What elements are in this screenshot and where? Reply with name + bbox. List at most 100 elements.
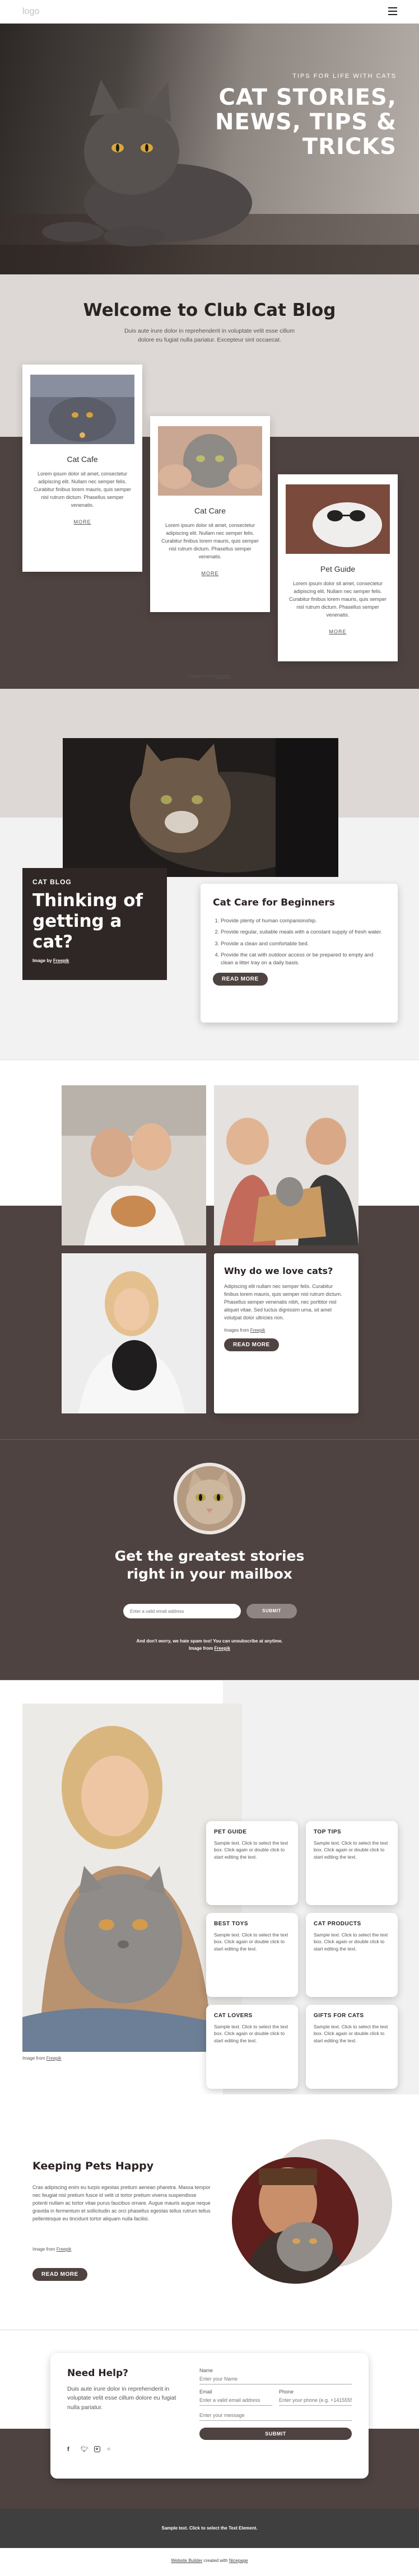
contact-submit-button[interactable]: SUBMIT xyxy=(199,2428,352,2440)
happy-text: Cras adipiscing enim eu turpis egestas p… xyxy=(32,2185,211,2222)
categories-credit: Image from Freepik xyxy=(22,2056,62,2061)
name-label: Name xyxy=(199,2368,213,2373)
card-title: Why do we love cats? xyxy=(224,1266,333,1276)
welcome-credit: Images from Freepik xyxy=(189,674,230,679)
category-card-cat-products[interactable]: CAT PRODUCTS Sample text. Click to selec… xyxy=(306,1913,398,1997)
happy-credit: Image from Freepik xyxy=(32,2247,72,2252)
footer-text: Sample text. Click to select the Text El… xyxy=(161,2526,258,2531)
couple-cat-image xyxy=(62,1085,206,1245)
more-link[interactable]: MORE xyxy=(202,571,219,576)
contact-text: Duis aute irure dolor in reprehenderit i… xyxy=(67,2386,176,2411)
thinking-title: Thinking of getting a cat? xyxy=(32,890,143,952)
cat-cafe-image xyxy=(30,375,134,444)
footer: Sample text. Click to select the Text El… xyxy=(0,2509,419,2548)
card-title: GIFTS FOR CATS xyxy=(314,2013,364,2019)
freepik-link[interactable]: Freepik xyxy=(46,2056,62,2061)
newsletter-email-input[interactable] xyxy=(123,1604,241,1618)
freepik-link[interactable]: Freepik xyxy=(215,674,230,679)
card-title: CAT PRODUCTS xyxy=(314,1921,361,1927)
newsletter-submit-button[interactable]: SUBMIT xyxy=(246,1604,297,1618)
nicepage-link[interactable]: Nicepage xyxy=(229,2558,248,2563)
logo[interactable]: logo xyxy=(22,7,39,17)
card-text: Sample text. Click to select the text bo… xyxy=(314,2024,388,2043)
read-more-button[interactable]: READ MORE xyxy=(213,973,268,986)
feature-card-cat-care: Cat Care Lorem ipsum dolor sit amet, con… xyxy=(150,416,270,612)
care-list: Provide plenty of human companionship. P… xyxy=(213,917,385,967)
family-box-cat-image xyxy=(214,1085,359,1245)
twitter-icon[interactable]: 🐦︎ xyxy=(81,2446,89,2453)
category-card-top-tips[interactable]: TOP TIPS Sample text. Click to select th… xyxy=(306,1821,398,1905)
contact-form: Name Email Phone SUBMIT xyxy=(199,2368,352,2440)
feature-card-cat-cafe: Cat Cafe Lorem ipsum dolor sit amet, con… xyxy=(22,365,142,572)
contact-card: Need Help? Duis aute irure dolor in repr… xyxy=(50,2353,369,2479)
woman-black-cat-image xyxy=(62,1253,206,1413)
divider xyxy=(0,1439,419,1440)
hero-kicker: TIPS FOR LIFE WITH CATS xyxy=(292,73,397,80)
love-credit: Images from Freepik xyxy=(224,1327,266,1333)
builder-credit: Website Builder created with Nicepage xyxy=(0,2548,419,2576)
message-field[interactable] xyxy=(199,2410,352,2421)
category-card-cat-lovers[interactable]: CAT LOVERS Sample text. Click to select … xyxy=(206,2005,298,2089)
category-card-best-toys[interactable]: BEST TOYS Sample text. Click to select t… xyxy=(206,1913,298,1997)
category-card-pet-guide[interactable]: PET GUIDE Sample text. Click to select t… xyxy=(206,1821,298,1905)
feature-card-pet-guide: Pet Guide Lorem ipsum dolor sit amet, co… xyxy=(278,474,398,661)
read-more-button[interactable]: READ MORE xyxy=(224,1338,279,1351)
man-cat-portrait xyxy=(232,2157,359,2284)
newsletter-title: Get the greatest stories right in your m… xyxy=(114,1548,305,1582)
card-title: Pet Guide xyxy=(320,564,356,573)
why-love-cats-card: Why do we love cats? Adipiscing elit nul… xyxy=(214,1253,359,1413)
card-title: TOP TIPS xyxy=(314,1829,342,1835)
name-field[interactable] xyxy=(199,2374,352,2384)
contact-title: Need Help? xyxy=(67,2368,128,2379)
category-card-gifts-for-cats[interactable]: GIFTS FOR CATS Sample text. Click to sel… xyxy=(306,2005,398,2089)
happy-title: Keeping Pets Happy xyxy=(32,2160,154,2172)
cat-face-avatar xyxy=(174,1463,245,1534)
freepik-link[interactable]: Freepik xyxy=(214,1646,230,1651)
card-title: BEST TOYS xyxy=(214,1921,248,1927)
phone-field[interactable] xyxy=(279,2395,352,2406)
hero-title: CAT STORIES, NEWS, TIPS & TRICKS xyxy=(215,85,397,160)
hamburger-icon[interactable] xyxy=(388,7,397,15)
card-text: Sample text. Click to select the text bo… xyxy=(314,1840,388,1860)
freepik-link[interactable]: Freepik xyxy=(53,958,69,963)
list-item: Provide the cat with outdoor access or b… xyxy=(221,951,385,968)
card-title: CAT LOVERS xyxy=(214,2013,253,2019)
card-title: Cat Care for Beginners xyxy=(213,897,335,908)
card-text: Sample text. Click to select the text bo… xyxy=(214,2024,288,2043)
kitten-image xyxy=(63,738,338,877)
linkedin-icon[interactable]: ○ xyxy=(107,2446,114,2453)
card-title: PET GUIDE xyxy=(214,1829,247,1835)
card-text: Sample text. Click to select the text bo… xyxy=(314,1932,388,1952)
thinking-label-box: CAT BLOG Thinking of getting a cat? Imag… xyxy=(22,868,167,980)
social-icons: f 🐦︎ ○ xyxy=(67,2446,114,2453)
card-text: Lorem ipsum dolor sit amet, consectetur … xyxy=(288,581,387,618)
card-title: Cat Care xyxy=(194,506,226,515)
card-text: Lorem ipsum dolor sit amet, consectetur … xyxy=(161,522,259,559)
divider xyxy=(0,1680,419,1681)
freepik-link[interactable]: Freepik xyxy=(57,2247,72,2252)
cat-care-image xyxy=(158,426,262,496)
card-title: Cat Cafe xyxy=(67,455,98,464)
email-field[interactable] xyxy=(199,2395,272,2406)
newsletter-form: SUBMIT xyxy=(123,1604,297,1620)
freepik-link[interactable]: Freepik xyxy=(250,1328,266,1333)
list-item: Provide a clean and comfortable bed. xyxy=(221,940,385,948)
welcome-title: Welcome to Club Cat Blog xyxy=(83,300,336,320)
pet-guide-image xyxy=(286,484,390,554)
read-more-button[interactable]: READ MORE xyxy=(32,2268,87,2281)
phone-label: Phone xyxy=(279,2389,294,2395)
thinking-kicker: CAT BLOG xyxy=(32,878,72,886)
website-builder-link[interactable]: Website Builder xyxy=(171,2558,202,2563)
list-item: Provide regular, suitable meals with a c… xyxy=(221,928,385,936)
more-link[interactable]: MORE xyxy=(329,629,347,634)
welcome-text: Duis aute irure dolor in reprehenderit i… xyxy=(124,328,295,344)
more-link[interactable]: MORE xyxy=(74,519,91,525)
card-text: Sample text. Click to select the text bo… xyxy=(214,1932,288,1952)
instagram-icon[interactable] xyxy=(94,2446,100,2452)
cat-care-beginners-card: Cat Care for Beginners Provide plenty of… xyxy=(201,884,398,1023)
newsletter-credit: Image from Freepik xyxy=(189,1646,230,1651)
card-text: Lorem ipsum dolor sit amet, consectetur … xyxy=(33,471,132,508)
card-text: Sample text. Click to select the text bo… xyxy=(214,1840,288,1860)
facebook-icon[interactable]: f xyxy=(67,2446,74,2453)
list-item: Provide plenty of human companionship. xyxy=(221,917,385,925)
